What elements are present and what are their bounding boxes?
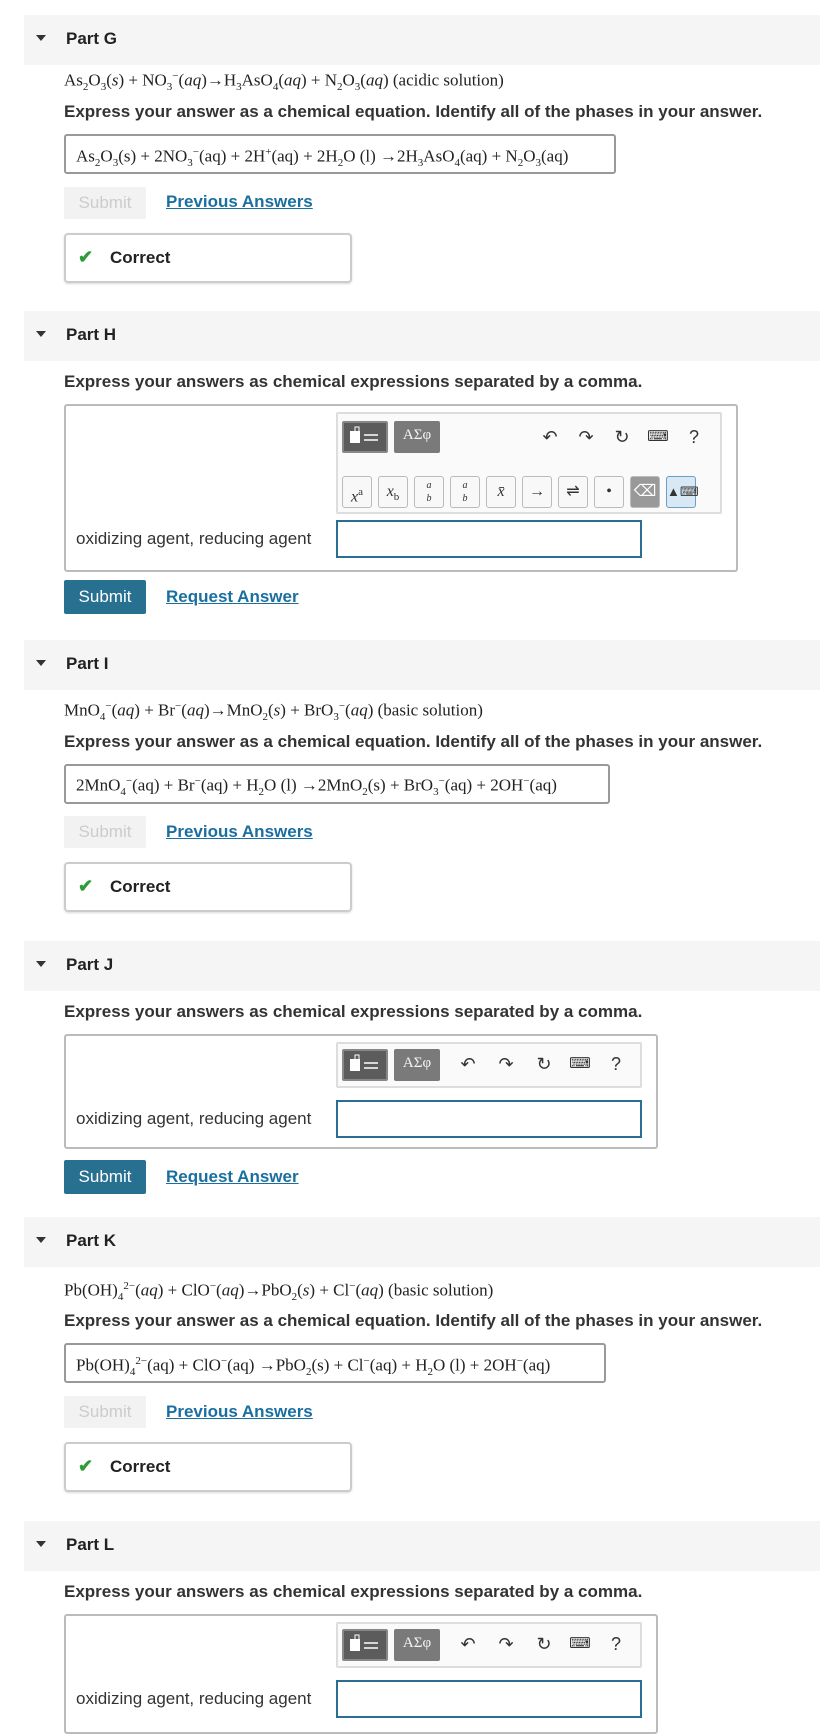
checkmark-icon: ✔ bbox=[78, 247, 94, 267]
submitted-answer: Pb(OH)42−(aq) + ClO−(aq) →PbO2(s) + Cl−(… bbox=[76, 1355, 551, 1379]
keyboard-icon[interactable]: ⌨ bbox=[568, 1054, 592, 1072]
reset-icon[interactable]: ↻ bbox=[532, 1054, 556, 1075]
correct-label: Correct bbox=[110, 248, 171, 267]
fraction-button[interactable]: ab bbox=[414, 476, 444, 508]
collapse-caret-icon[interactable] bbox=[36, 1541, 46, 1547]
backspace-icon[interactable]: ⌫ bbox=[630, 476, 660, 508]
superscript-button[interactable]: xa bbox=[342, 476, 372, 508]
answer-input[interactable] bbox=[336, 1680, 642, 1718]
part-l-header[interactable]: Part L bbox=[24, 1521, 820, 1571]
request-answer-link[interactable]: Request Answer bbox=[166, 587, 299, 607]
submit-button-disabled: Submit bbox=[64, 816, 146, 848]
part-g-header[interactable]: Part G bbox=[24, 15, 820, 65]
reset-icon[interactable]: ↻ bbox=[532, 1634, 556, 1655]
correct-feedback: ✔ Correct bbox=[64, 1442, 352, 1492]
templates-button[interactable] bbox=[342, 1049, 388, 1081]
correct-feedback: ✔ Correct bbox=[64, 233, 352, 283]
undo-icon[interactable]: ↶ bbox=[456, 1054, 480, 1075]
instruction: Express your answer as a chemical equati… bbox=[64, 102, 763, 121]
answer-input[interactable] bbox=[336, 520, 642, 558]
question-equation: As2O3(s) + NO3−(aq)→H3AsO4(aq) + N2O3(aq… bbox=[64, 70, 504, 94]
answer-label: oxidizing agent, reducing agent bbox=[76, 1689, 312, 1708]
checkmark-icon: ✔ bbox=[78, 876, 94, 896]
greek-symbols-button[interactable]: ΑΣφ bbox=[394, 1049, 440, 1081]
part-title: Part H bbox=[66, 325, 117, 344]
keyboard-icon[interactable]: ⌨ bbox=[568, 1634, 592, 1652]
instruction: Express your answers as chemical express… bbox=[64, 372, 643, 391]
greek-symbols-button[interactable]: ΑΣφ bbox=[394, 1629, 440, 1661]
answer-input-panel: ΑΣφ ↶ ↷ ↻ ⌨ ? oxidizing agent, reducing … bbox=[64, 1034, 658, 1149]
correct-label: Correct bbox=[110, 877, 171, 896]
previous-answers-link[interactable]: Previous Answers bbox=[166, 192, 313, 212]
collapse-caret-icon[interactable] bbox=[36, 1237, 46, 1243]
previous-answers-link[interactable]: Previous Answers bbox=[166, 822, 313, 842]
overline-button[interactable]: x̄ bbox=[486, 476, 516, 508]
collapse-caret-icon[interactable] bbox=[36, 331, 46, 337]
part-title: Part G bbox=[66, 29, 118, 48]
keyboard-toggle-icon[interactable]: ▲⌨ bbox=[666, 476, 699, 508]
part-h-header[interactable]: Part H bbox=[24, 311, 820, 361]
templates-button[interactable] bbox=[342, 421, 388, 453]
math-toolbar: ΑΣφ ↶ ↷ ↻ ⌨ ? bbox=[336, 1042, 642, 1088]
part-title: Part K bbox=[66, 1231, 117, 1250]
answer-input[interactable] bbox=[336, 1100, 642, 1138]
answer-input-panel: ΑΣφ ↶ ↷ ↻ ⌨ ? oxidizing agent, reducing … bbox=[64, 1614, 658, 1734]
part-i-header[interactable]: Part I bbox=[24, 640, 820, 690]
request-answer-link[interactable]: Request Answer bbox=[166, 1167, 299, 1187]
undo-icon[interactable]: ↶ bbox=[538, 427, 562, 448]
keyboard-icon[interactable]: ⌨ bbox=[646, 427, 670, 445]
help-button[interactable]: ? bbox=[604, 1634, 628, 1655]
submit-button[interactable]: Submit bbox=[64, 1160, 146, 1194]
answer-input-panel: ΑΣφ ↶ ↷ ↻ ⌨ ? xa xb ab ab x̄ → ⇌ • ⌫ ▲⌨ … bbox=[64, 404, 738, 572]
math-toolbar: ΑΣφ ↶ ↷ ↻ ⌨ ? xa xb ab ab x̄ → ⇌ • ⌫ ▲⌨ bbox=[336, 412, 722, 514]
greek-symbols-button[interactable]: ΑΣφ bbox=[394, 421, 440, 453]
instruction: Express your answers as chemical express… bbox=[64, 1582, 643, 1601]
answer-label: oxidizing agent, reducing agent bbox=[76, 529, 312, 548]
equilibrium-arrow-button[interactable]: ⇌ bbox=[558, 476, 588, 508]
help-button[interactable]: ? bbox=[682, 427, 706, 448]
undo-icon[interactable]: ↶ bbox=[456, 1634, 480, 1655]
fraction-bar-button[interactable]: ab bbox=[450, 476, 480, 508]
collapse-caret-icon[interactable] bbox=[36, 660, 46, 666]
part-title: Part L bbox=[66, 1535, 115, 1554]
redo-icon[interactable]: ↷ bbox=[494, 1634, 518, 1655]
correct-label: Correct bbox=[110, 1457, 171, 1476]
instruction: Express your answer as a chemical equati… bbox=[64, 732, 763, 751]
help-button[interactable]: ? bbox=[604, 1054, 628, 1075]
redo-icon[interactable]: ↷ bbox=[574, 427, 598, 448]
submit-button-disabled: Submit bbox=[64, 1396, 146, 1428]
checkmark-icon: ✔ bbox=[78, 1456, 94, 1476]
subscript-button[interactable]: xb bbox=[378, 476, 408, 508]
part-j-header[interactable]: Part J bbox=[24, 941, 820, 991]
part-k-header[interactable]: Part K bbox=[24, 1217, 820, 1267]
part-title: Part I bbox=[66, 654, 109, 673]
submitted-answer: As2O3(s) + 2NO3−(aq) + 2H+(aq) + 2H2O (l… bbox=[76, 146, 569, 170]
reset-icon[interactable]: ↻ bbox=[610, 427, 634, 448]
submit-button-disabled: Submit bbox=[64, 187, 146, 219]
reaction-arrow-button[interactable]: → bbox=[522, 476, 552, 508]
collapse-caret-icon[interactable] bbox=[36, 961, 46, 967]
question-equation: MnO4−(aq) + Br−(aq)→MnO2(s) + BrO3−(aq) … bbox=[64, 700, 483, 724]
dot-button[interactable]: • bbox=[594, 476, 624, 508]
answer-label: oxidizing agent, reducing agent bbox=[76, 1109, 312, 1128]
correct-feedback: ✔ Correct bbox=[64, 862, 352, 912]
question-equation: Pb(OH)42−(aq) + ClO−(aq)→PbO2(s) + Cl−(a… bbox=[64, 1280, 494, 1304]
previous-answers-link[interactable]: Previous Answers bbox=[166, 1402, 313, 1422]
submitted-answer: 2MnO4−(aq) + Br−(aq) + H2O (l) →2MnO2(s)… bbox=[76, 775, 557, 799]
math-toolbar: ΑΣφ ↶ ↷ ↻ ⌨ ? bbox=[336, 1622, 642, 1668]
instruction: Express your answer as a chemical equati… bbox=[64, 1311, 763, 1330]
part-title: Part J bbox=[66, 955, 114, 974]
submit-button[interactable]: Submit bbox=[64, 580, 146, 614]
templates-button[interactable] bbox=[342, 1629, 388, 1661]
redo-icon[interactable]: ↷ bbox=[494, 1054, 518, 1075]
instruction: Express your answers as chemical express… bbox=[64, 1002, 643, 1021]
collapse-caret-icon[interactable] bbox=[36, 35, 46, 41]
